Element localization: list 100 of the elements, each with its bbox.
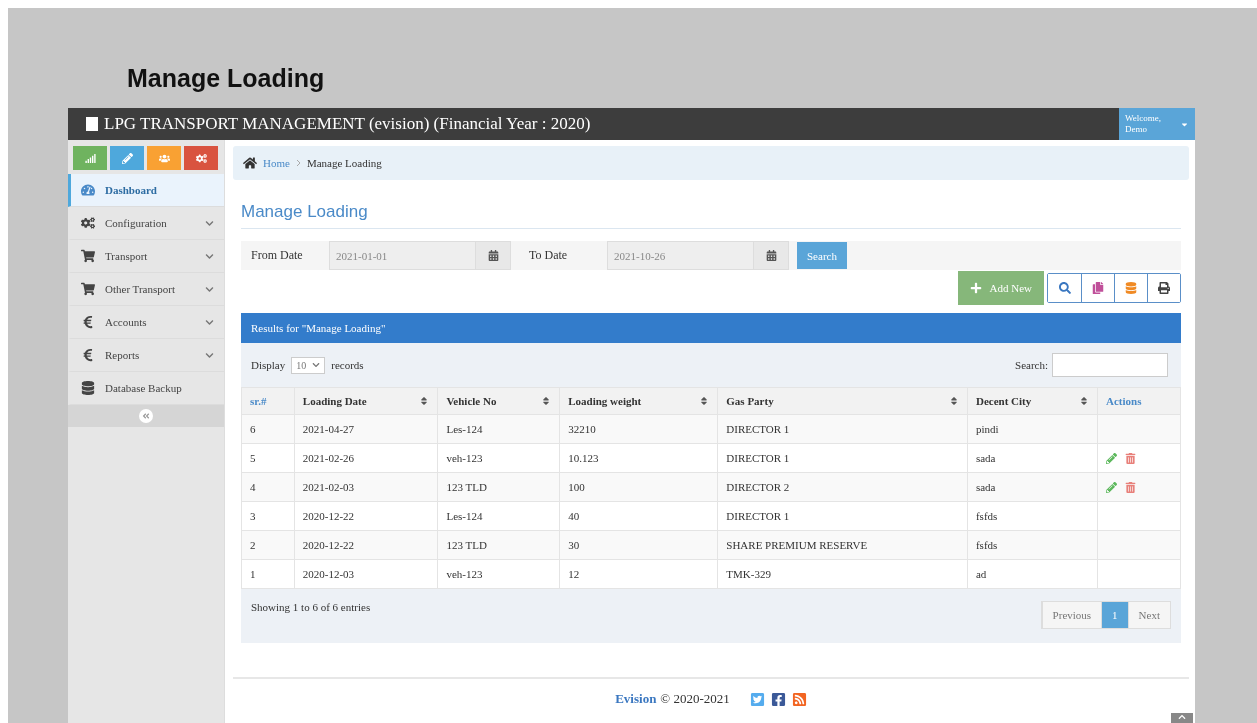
table-cell: veh-123 bbox=[437, 443, 560, 473]
table-cell: fsfds bbox=[967, 501, 1098, 531]
to-date-label: To Date bbox=[528, 248, 569, 263]
sidebar-item-label: Configuration bbox=[105, 217, 168, 229]
chevron-up-icon bbox=[1178, 713, 1186, 721]
pagination-button[interactable]: Next bbox=[1127, 602, 1170, 628]
breadcrumb-link[interactable]: Home bbox=[263, 157, 290, 169]
column-header: sr.# bbox=[241, 387, 295, 415]
table-cell: sada bbox=[967, 472, 1098, 502]
chevron-down-icon bbox=[312, 361, 321, 369]
section-heading: Manage Loading bbox=[241, 202, 1181, 229]
table-cell: 10.123 bbox=[559, 443, 718, 473]
table-cell: TMK-329 bbox=[717, 559, 968, 589]
page-size-select[interactable]: 10 bbox=[291, 356, 326, 374]
table-cell: 5 bbox=[241, 443, 295, 473]
shortcut-button[interactable] bbox=[73, 146, 107, 170]
display-label: Display bbox=[251, 359, 286, 371]
cart-icon bbox=[81, 249, 95, 263]
gears-icon bbox=[195, 152, 207, 164]
table-cell: 2020-12-22 bbox=[294, 530, 438, 560]
pagination-button[interactable]: 1 bbox=[1101, 602, 1128, 628]
to-date-field[interactable]: 2021-10-26 bbox=[607, 241, 789, 270]
shortcut-button[interactable] bbox=[110, 146, 144, 170]
column-header[interactable]: Loading weight bbox=[559, 387, 718, 415]
table-cell: 32210 bbox=[559, 414, 718, 444]
calendar-icon bbox=[765, 250, 777, 261]
edit-pencil-icon[interactable] bbox=[1106, 452, 1117, 464]
table-cell: SHARE PREMIUM RESERVE bbox=[717, 530, 968, 560]
home-icon bbox=[243, 156, 257, 170]
table-cell: veh-123 bbox=[437, 559, 560, 589]
table-cell: Les-124 bbox=[437, 414, 560, 444]
shortcut-button[interactable] bbox=[184, 146, 218, 170]
table-cell: DIRECTOR 1 bbox=[717, 501, 968, 531]
database-icon bbox=[1125, 282, 1137, 294]
copyright-text: © 2020-2021 bbox=[660, 691, 730, 707]
sidebar-item[interactable]: Dashboard bbox=[68, 174, 224, 207]
copy-icon bbox=[1092, 282, 1104, 294]
column-header: Actions bbox=[1097, 387, 1181, 415]
column-header[interactable]: Gas Party bbox=[717, 387, 968, 415]
user-menu-button[interactable]: Welcome, Demo bbox=[1119, 108, 1195, 140]
from-date-label: From Date bbox=[250, 248, 304, 263]
entries-info: Showing 1 to 6 of 6 entries bbox=[251, 601, 371, 615]
users-icon bbox=[158, 152, 170, 164]
sidebar-item-label: Accounts bbox=[105, 316, 148, 328]
table-cell: 2021-02-26 bbox=[294, 443, 438, 473]
sidebar-item-label: Reports bbox=[105, 349, 141, 361]
twitter-icon[interactable] bbox=[749, 691, 765, 707]
trash-icon[interactable] bbox=[1125, 481, 1136, 493]
rss-icon[interactable] bbox=[791, 691, 807, 707]
table-cell: 100 bbox=[559, 472, 718, 502]
table-cell: DIRECTOR 2 bbox=[717, 472, 968, 502]
panel-title: Results for "Manage Loading" bbox=[251, 322, 386, 334]
facebook-icon[interactable] bbox=[770, 691, 786, 707]
column-header[interactable]: Decent City bbox=[967, 387, 1098, 415]
pencil-icon bbox=[121, 152, 133, 164]
cart-icon bbox=[81, 282, 95, 296]
table-cell: DIRECTOR 1 bbox=[717, 414, 968, 444]
printer-button[interactable] bbox=[1147, 274, 1180, 302]
brand-link[interactable]: Evision bbox=[615, 691, 657, 707]
sort-icon bbox=[419, 396, 430, 406]
sort-icon bbox=[1079, 396, 1089, 406]
app-title: LPG TRANSPORT MANAGEMENT (evision) (Financial Year : 2020) bbox=[104, 114, 591, 134]
euro-icon bbox=[81, 315, 95, 329]
search-label: Search: bbox=[1015, 359, 1048, 371]
pagination-button[interactable]: Previous bbox=[1041, 602, 1102, 628]
sort-icon bbox=[948, 396, 959, 406]
table-cell: 2020-12-22 bbox=[294, 501, 438, 531]
table-cell: 123 TLD bbox=[437, 472, 560, 502]
collapse-sidebar-button[interactable] bbox=[139, 409, 153, 423]
table-cell: 2 bbox=[241, 530, 295, 560]
speedometer-icon bbox=[81, 183, 95, 197]
column-header[interactable]: Vehicle No bbox=[437, 387, 560, 415]
sidebar-item-label: Database Backup bbox=[105, 382, 183, 394]
logo-icon bbox=[86, 117, 98, 131]
edit-pencil-icon[interactable] bbox=[1106, 481, 1117, 493]
double-chevron-icon bbox=[142, 412, 150, 420]
gears-icon bbox=[81, 216, 95, 230]
table-cell: fsfds bbox=[967, 530, 1098, 560]
table-cell: Les-124 bbox=[437, 501, 560, 531]
table-cell: pindi bbox=[967, 414, 1098, 444]
scroll-top-button[interactable] bbox=[1171, 713, 1193, 723]
table-cell: 1 bbox=[241, 559, 295, 589]
table-cell: 30 bbox=[559, 530, 718, 560]
plus-icon bbox=[969, 282, 982, 294]
table-cell: 12 bbox=[559, 559, 718, 589]
calendar-icon bbox=[487, 250, 499, 261]
search-button[interactable]: Search bbox=[797, 242, 847, 269]
from-date-field[interactable]: 2021-01-01 bbox=[329, 241, 511, 270]
trash-icon[interactable] bbox=[1125, 452, 1136, 464]
column-header[interactable]: Loading Date bbox=[294, 387, 438, 415]
table-cell: 2020-12-03 bbox=[294, 559, 438, 589]
euro-icon bbox=[81, 348, 95, 362]
database-icon bbox=[81, 381, 95, 395]
table-cell: 4 bbox=[241, 472, 295, 502]
printer-icon bbox=[1158, 282, 1170, 294]
search-field[interactable] bbox=[1052, 353, 1168, 377]
table-cell: DIRECTOR 1 bbox=[717, 443, 968, 473]
shortcut-button[interactable] bbox=[147, 146, 181, 170]
table-cell: 123 TLD bbox=[437, 530, 560, 560]
records-label: records bbox=[331, 359, 364, 371]
